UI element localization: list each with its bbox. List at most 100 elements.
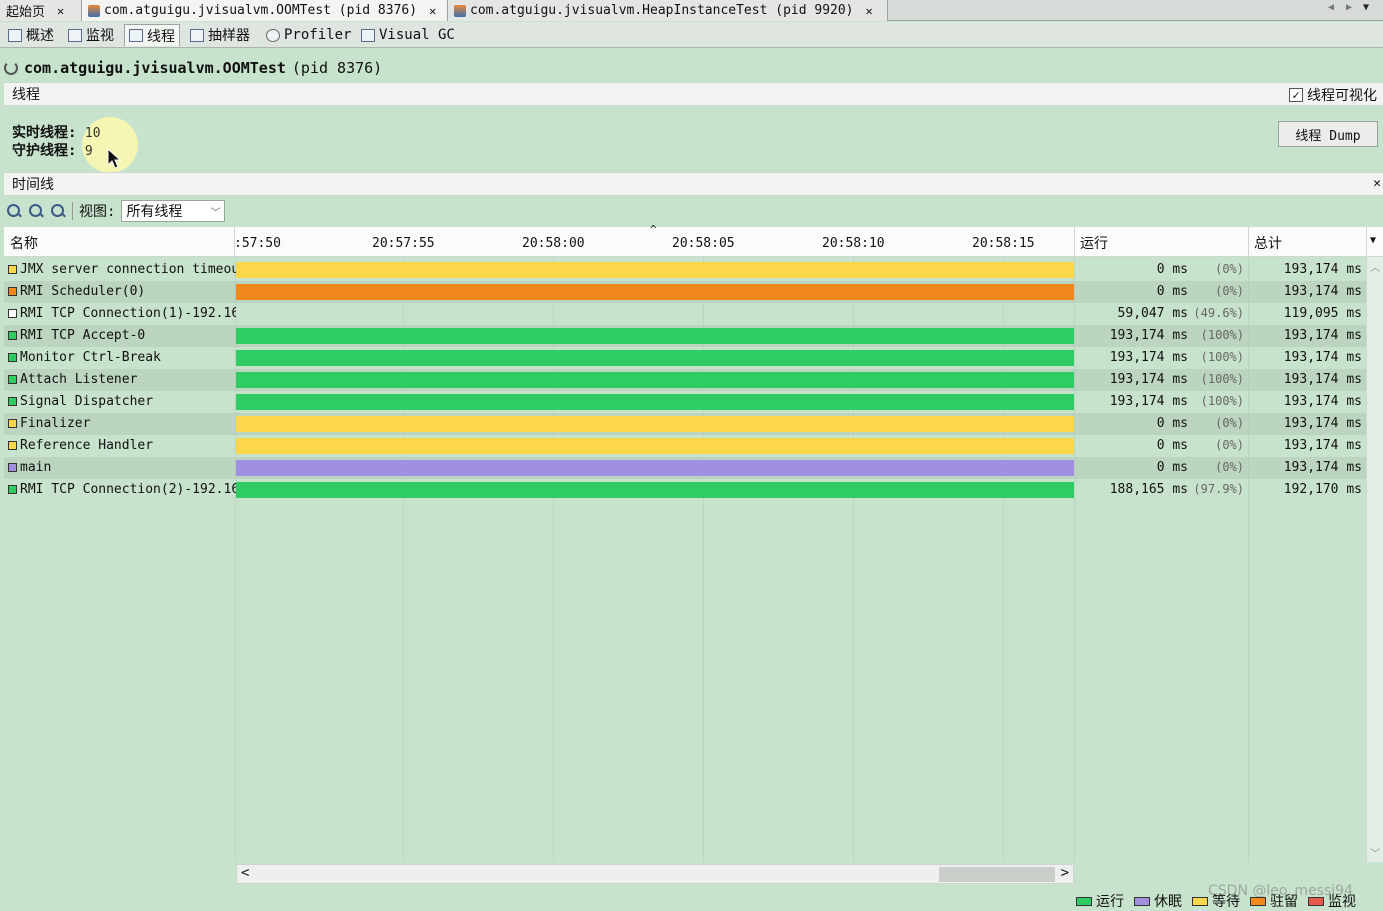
thread-state-swatch	[8, 441, 17, 450]
thread-visualization-toggle[interactable]: ✓ 线程可视化	[1289, 85, 1377, 105]
timeline-tick: 20:58:15	[972, 236, 1035, 251]
thread-list: JMX server connection timeout 0 ms (0%) …	[0, 259, 1366, 501]
thread-row[interactable]: Finalizer 0 ms (0%) 193,174 ms	[4, 413, 1366, 435]
tab-label: Visual GC	[379, 27, 455, 43]
total-time: 192,170 ms	[1283, 482, 1362, 497]
java-app-icon	[88, 4, 100, 17]
tab-sampler[interactable]: 抽样器	[186, 24, 254, 46]
tab-overview[interactable]: 概述	[4, 24, 58, 46]
tab-label: 概述	[26, 28, 54, 44]
thread-name-cell: Attach Listener	[8, 372, 236, 387]
thread-row[interactable]: RMI TCP Accept-0 193,174 ms (100%) 193,1…	[4, 325, 1366, 347]
tab-label: com.atguigu.jvisualvm.OOMTest (pid 8376)	[104, 3, 418, 18]
total-time: 193,174 ms	[1283, 372, 1362, 387]
thread-state-swatch	[8, 485, 17, 494]
total-time: 193,174 ms	[1283, 284, 1362, 299]
thread-row[interactable]: RMI TCP Connection(1)-192.168 59,047 ms …	[4, 303, 1366, 325]
view-select-value: 所有线程	[126, 204, 183, 220]
thread-name: Reference Handler	[20, 438, 154, 453]
daemon-threads-stat: 守护线程: 9	[12, 140, 93, 160]
legend-swatch	[1192, 896, 1208, 906]
column-chooser-icon[interactable]: ▼	[1370, 235, 1376, 246]
section-title: 线程	[12, 87, 40, 103]
view-select[interactable]: 所有线程 ﹀	[121, 200, 226, 222]
thread-row[interactable]: Signal Dispatcher 193,174 ms (100%) 193,…	[4, 391, 1366, 413]
zoom-fit-icon[interactable]	[50, 203, 66, 219]
thread-row[interactable]: Attach Listener 193,174 ms (100%) 193,17…	[4, 369, 1366, 391]
zoom-out-icon[interactable]	[28, 203, 44, 219]
run-percent: (0%)	[1215, 438, 1244, 452]
zoom-in-icon[interactable]	[6, 203, 22, 219]
run-time: 193,174 ms	[1109, 372, 1188, 387]
scroll-left-icon[interactable]: ◀	[1328, 2, 1334, 13]
tab-label: 线程	[147, 28, 175, 45]
tab-oomtest[interactable]: com.atguigu.jvisualvm.OOMTest (pid 8376)…	[82, 0, 448, 21]
run-percent: (97.9%)	[1193, 482, 1244, 496]
tab-visual-gc[interactable]: Visual GC	[357, 24, 459, 46]
close-icon[interactable]: ✕	[57, 4, 64, 18]
tab-start-page[interactable]: 起始页 ✕	[0, 0, 82, 21]
scroll-right-arrow-icon[interactable]: >	[1061, 865, 1069, 881]
document-tab-bar: 起始页 ✕ com.atguigu.jvisualvm.OOMTest (pid…	[0, 0, 1383, 21]
run-percent: (100%)	[1200, 372, 1244, 386]
tab-threads[interactable]: 线程	[124, 24, 180, 46]
thread-row[interactable]: RMI Scheduler(0) 0 ms (0%) 193,174 ms	[4, 281, 1366, 303]
column-run-header[interactable]: 运行	[1080, 233, 1108, 253]
thread-name-cell: Reference Handler	[8, 438, 236, 453]
thread-row[interactable]: Monitor Ctrl-Break 193,174 ms (100%) 193…	[4, 347, 1366, 369]
scroll-down-arrow-icon[interactable]: ﹀	[1370, 845, 1380, 860]
toolbar-separator	[72, 202, 73, 220]
run-percent: (100%)	[1200, 328, 1244, 342]
timeline-tick: 20:58:10	[822, 236, 885, 251]
close-icon[interactable]: ✕	[429, 4, 436, 18]
thread-row[interactable]: RMI TCP Connection(2)-192.168 188,165 ms…	[4, 479, 1366, 501]
legend-swatch	[1308, 896, 1324, 906]
timeline-tick: 20:57:55	[372, 236, 435, 251]
thread-row[interactable]: Reference Handler 0 ms (0%) 193,174 ms	[4, 435, 1366, 457]
run-time: 188,165 ms	[1109, 482, 1188, 497]
run-percent: (0%)	[1215, 416, 1244, 430]
close-icon[interactable]: ✕	[866, 4, 873, 18]
thread-name: RMI TCP Connection(1)-192.168	[20, 306, 236, 321]
app-name: com.atguigu.jvisualvm.OOMTest	[24, 59, 286, 77]
legend-label: 监视	[1328, 894, 1356, 910]
tab-monitor[interactable]: 监视	[64, 24, 118, 46]
tab-profiler[interactable]: Profiler	[262, 24, 355, 46]
run-percent: (0%)	[1215, 262, 1244, 276]
java-app-icon	[454, 4, 466, 17]
legend-swatch	[1076, 896, 1092, 906]
run-time: 0 ms	[1156, 416, 1188, 431]
column-total-header[interactable]: 总计	[1254, 233, 1282, 253]
tab-list-dropdown-icon[interactable]: ▼	[1363, 2, 1369, 13]
thread-state-swatch	[8, 463, 17, 472]
checkbox-checked-icon[interactable]: ✓	[1289, 88, 1303, 102]
timeline-horizontal-scrollbar[interactable]: < >	[236, 864, 1074, 884]
tab-heapinstancetest[interactable]: com.atguigu.jvisualvm.HeapInstanceTest (…	[448, 0, 888, 21]
app-pid: (pid 8376)	[291, 59, 383, 77]
scrollbar-thumb[interactable]	[939, 867, 1055, 882]
close-icon[interactable]: ✕	[1373, 176, 1381, 191]
thread-table-header: 名称 :57:50 20:57:55 20:58:00 ^ 20:58:05 2…	[4, 223, 1383, 257]
thread-timeline-bar	[236, 372, 1074, 388]
scroll-right-icon[interactable]: ▶	[1346, 2, 1352, 13]
run-time: 193,174 ms	[1109, 350, 1188, 365]
legend-swatch	[1134, 896, 1150, 906]
scroll-left-arrow-icon[interactable]: <	[241, 865, 249, 881]
thread-state-swatch	[8, 309, 17, 318]
thread-row[interactable]: JMX server connection timeout 0 ms (0%) …	[4, 259, 1366, 281]
thread-list-vertical-scrollbar[interactable]: ︿ ﹀	[1366, 257, 1383, 862]
thread-timeline-bar	[236, 394, 1074, 410]
total-time: 193,174 ms	[1283, 460, 1362, 475]
scroll-up-arrow-icon[interactable]: ︿	[1370, 259, 1380, 274]
profiler-icon	[266, 28, 280, 42]
thread-dump-button[interactable]: 线程 Dump	[1278, 121, 1378, 147]
column-name-header[interactable]: 名称	[10, 233, 38, 253]
tab-label: 抽样器	[208, 28, 250, 44]
thread-name: main	[20, 460, 52, 475]
timeline-toolbar: 视图: 所有线程 ﹀	[6, 199, 226, 223]
mouse-cursor-icon	[107, 148, 121, 169]
thread-state-swatch	[8, 265, 17, 274]
thread-name-cell: Finalizer	[8, 416, 236, 431]
run-percent: (0%)	[1215, 460, 1244, 474]
thread-row[interactable]: main 0 ms (0%) 193,174 ms	[4, 457, 1366, 479]
